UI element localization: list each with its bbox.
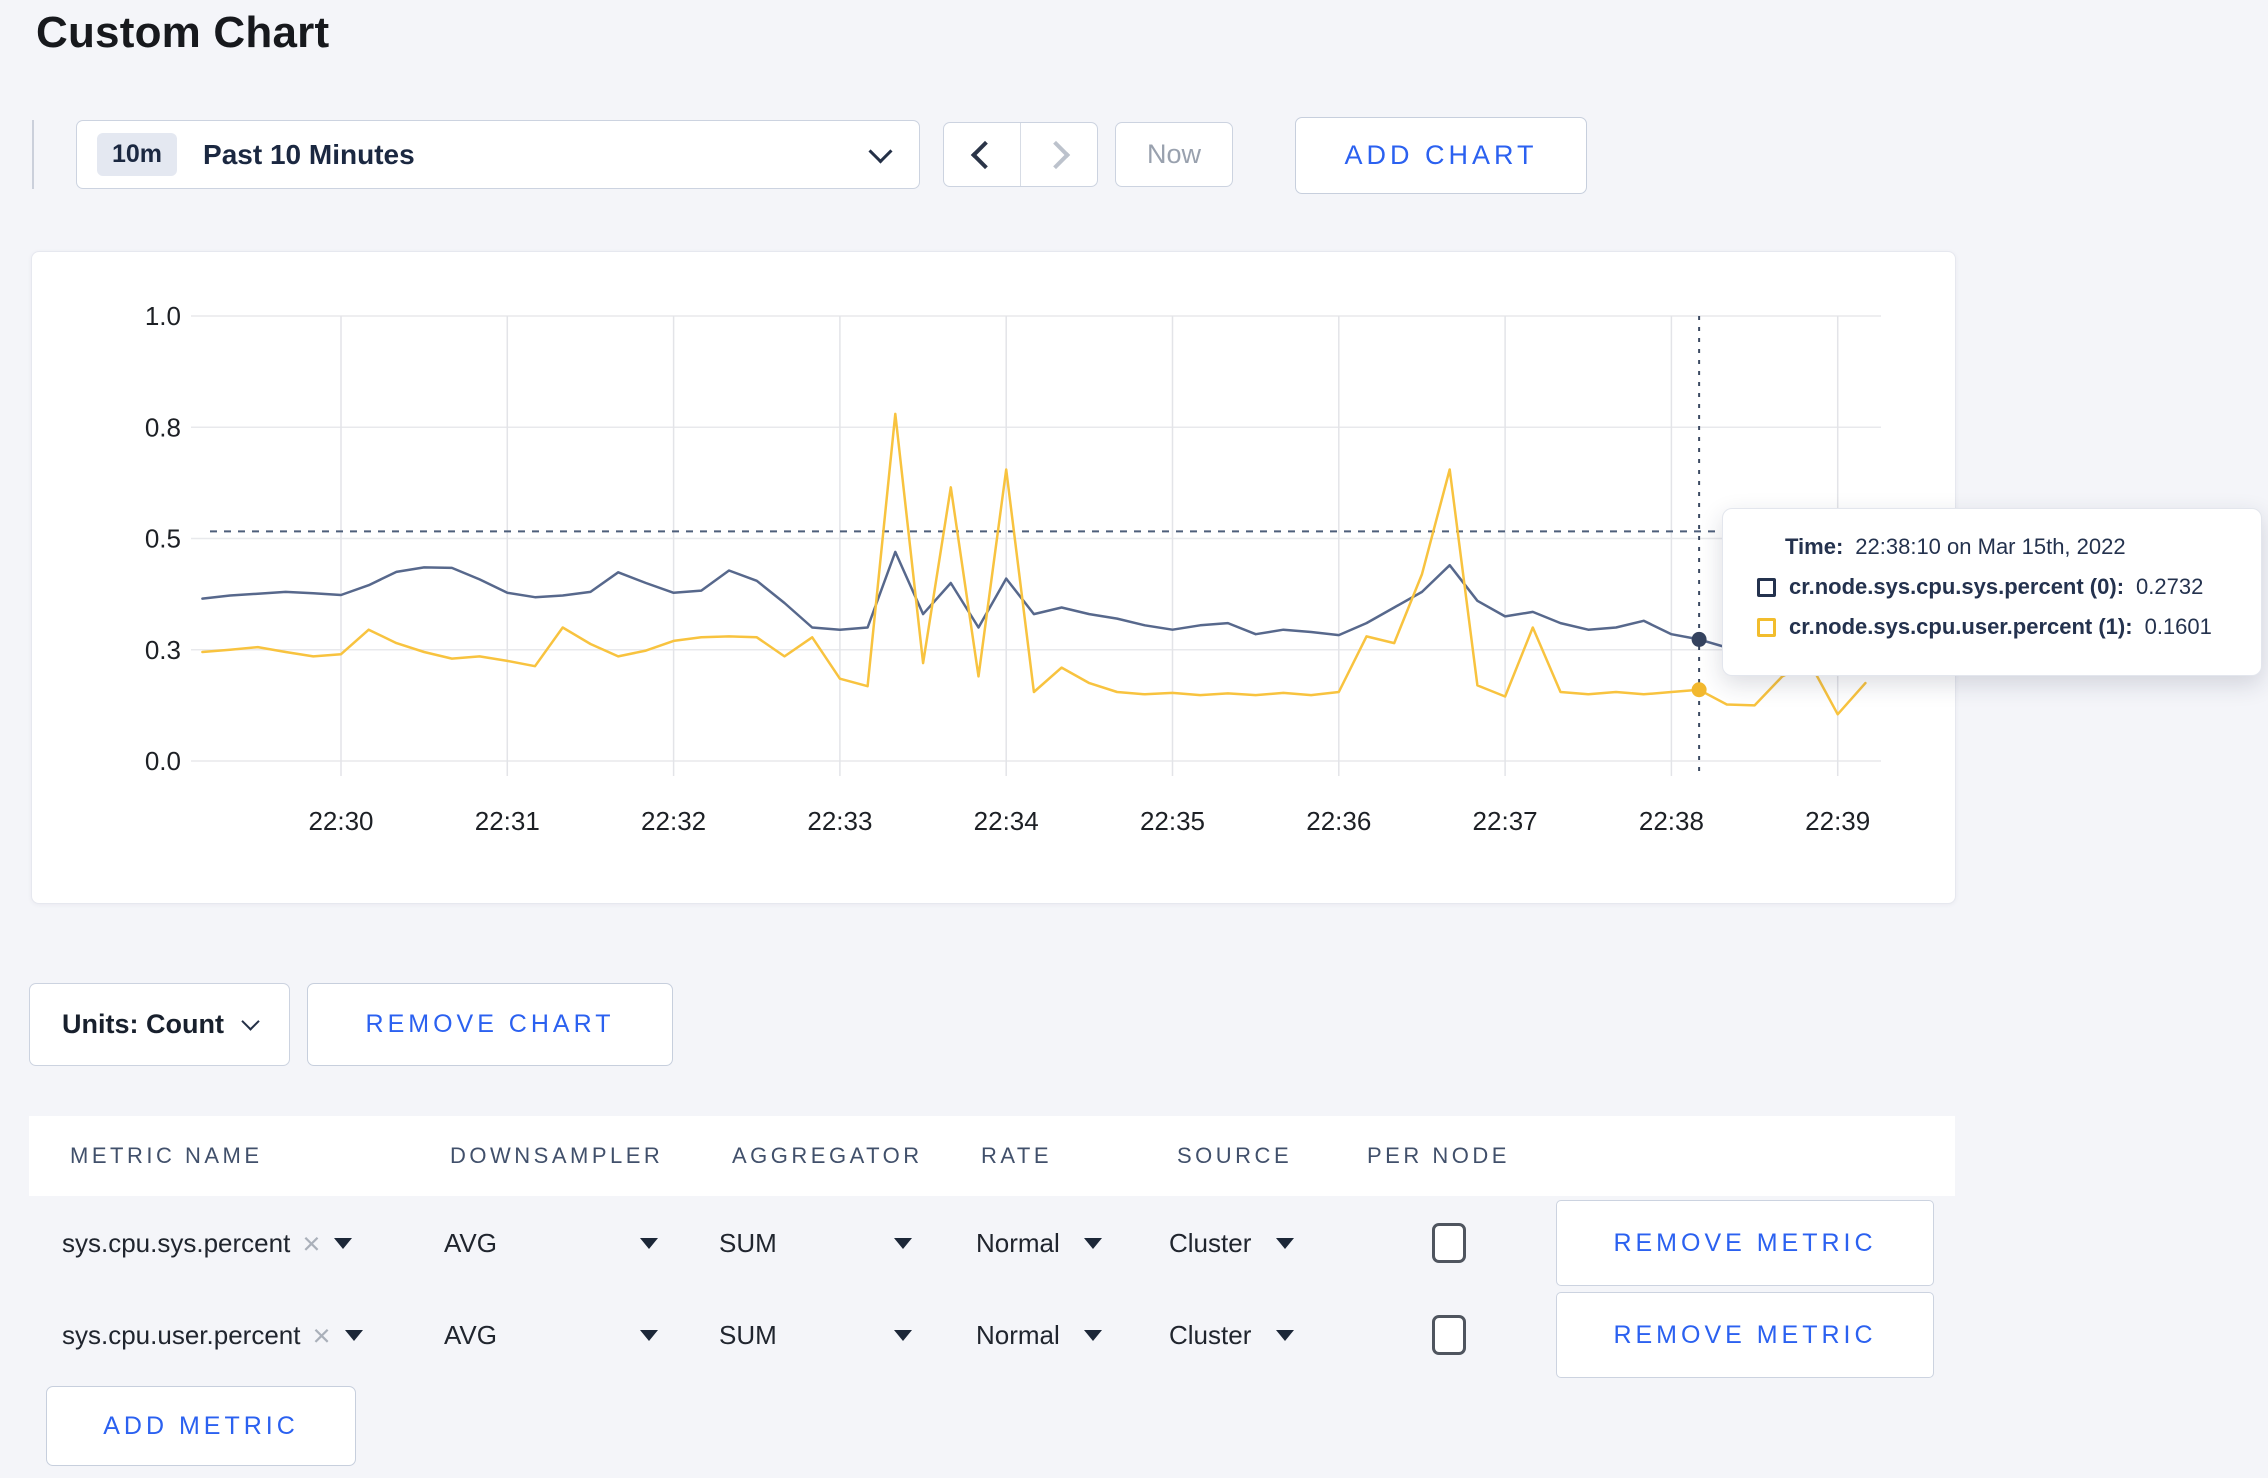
dropdown-arrow-icon (1276, 1237, 1294, 1249)
tooltip-series-label: cr.node.sys.cpu.user.percent (1): (1789, 614, 2133, 639)
tooltip-series-label: cr.node.sys.cpu.sys.percent (0): (1789, 574, 2125, 599)
tooltip-time-value: 22:38:10 on Mar 15th, 2022 (1855, 534, 2126, 559)
y-axis-label: 0.3 (145, 635, 181, 665)
x-axis-label: 22:39 (1805, 806, 1870, 836)
chevron-down-icon (868, 138, 893, 164)
dropdown-arrow-icon (1084, 1237, 1102, 1249)
clear-icon[interactable]: × (302, 1228, 320, 1259)
metric-name-select[interactable]: sys.cpu.user.percent × (62, 1310, 374, 1360)
series-line-1 (201, 412, 1867, 716)
x-axis-label: 22:30 (308, 806, 373, 836)
chevron-down-icon (241, 1011, 260, 1031)
x-axis-label: 22:36 (1306, 806, 1371, 836)
units-label: Units: Count (62, 1009, 224, 1039)
units-select[interactable]: Units: Count (29, 983, 290, 1066)
time-range-select[interactable]: 10m Past 10 Minutes (76, 120, 920, 189)
metric-name-value: sys.cpu.user.percent (62, 1319, 301, 1350)
aggregator-value: SUM (719, 1319, 777, 1350)
prev-time-button[interactable] (944, 123, 1020, 186)
column-header-rate: RATE (981, 1143, 1053, 1168)
next-time-button[interactable] (1020, 123, 1097, 186)
tooltip-time-row: Time: 22:38:10 on Mar 15th, 2022 (1785, 534, 2251, 560)
time-range-badge: 10m (97, 133, 178, 176)
toolbar-divider (32, 120, 34, 189)
time-nav-group (943, 122, 1098, 187)
aggregator-value: SUM (719, 1227, 777, 1258)
column-header-source: SOURCE (1177, 1143, 1293, 1168)
hover-dot-1 (1691, 682, 1707, 698)
dropdown-arrow-icon (894, 1329, 912, 1341)
source-value: Cluster (1169, 1227, 1252, 1258)
metrics-table-header: METRIC NAME DOWNSAMPLER AGGREGATOR RATE … (29, 1116, 1955, 1196)
x-axis-label: 22:35 (1140, 806, 1205, 836)
rate-select[interactable]: Normal (976, 1218, 1102, 1268)
add-metric-button[interactable]: ADD METRIC (46, 1386, 356, 1466)
per-node-checkbox[interactable] (1432, 1315, 1466, 1355)
dropdown-arrow-icon (334, 1237, 353, 1249)
tooltip-time-label: Time: (1785, 534, 1844, 559)
column-header-aggregator: AGGREGATOR (732, 1143, 923, 1168)
rate-value: Normal (976, 1319, 1060, 1350)
x-axis-label: 22:32 (641, 806, 706, 836)
aggregator-select[interactable]: SUM (719, 1310, 912, 1360)
tooltip-series-row: cr.node.sys.cpu.user.percent (1): 0.1601 (1757, 614, 2251, 640)
chevron-right-icon (1041, 140, 1071, 169)
cpu-percent-chart[interactable]: 0.0 0.3 0.5 0.8 1.0 22:30 22:31 22:32 22:33 22:34… (32, 252, 1957, 905)
series-line-0 (201, 550, 1867, 649)
remove-chart-button[interactable]: REMOVE CHART (307, 983, 673, 1066)
rate-select[interactable]: Normal (976, 1310, 1102, 1360)
dropdown-arrow-icon (1276, 1329, 1294, 1341)
source-select[interactable]: Cluster (1169, 1218, 1294, 1268)
source-value: Cluster (1169, 1319, 1252, 1350)
dropdown-arrow-icon (1084, 1329, 1102, 1341)
time-range-label: Past 10 Minutes (203, 138, 415, 170)
dropdown-arrow-icon (344, 1329, 363, 1341)
dropdown-arrow-icon (640, 1329, 658, 1341)
dropdown-arrow-icon (894, 1237, 912, 1249)
y-axis-label: 0.5 (145, 524, 181, 554)
downsampler-select[interactable]: AVG (444, 1310, 658, 1360)
source-select[interactable]: Cluster (1169, 1310, 1294, 1360)
x-axis-label: 22:31 (475, 806, 540, 836)
tooltip-series-row: cr.node.sys.cpu.sys.percent (0): 0.2732 (1757, 574, 2251, 600)
now-button[interactable]: Now (1115, 122, 1233, 187)
column-header-metric-name: METRIC NAME (70, 1143, 263, 1168)
rate-value: Normal (976, 1227, 1060, 1258)
downsampler-select[interactable]: AVG (444, 1218, 658, 1268)
downsampler-value: AVG (444, 1319, 497, 1350)
remove-metric-button[interactable]: REMOVE METRIC (1556, 1200, 1934, 1286)
downsampler-value: AVG (444, 1227, 497, 1258)
add-chart-button[interactable]: ADD CHART (1295, 117, 1587, 194)
column-header-per-node: PER NODE (1367, 1143, 1510, 1168)
aggregator-select[interactable]: SUM (719, 1218, 912, 1268)
per-node-checkbox[interactable] (1432, 1223, 1466, 1263)
x-axis-label: 22:34 (974, 806, 1039, 836)
remove-metric-button[interactable]: REMOVE METRIC (1556, 1292, 1934, 1378)
tooltip-series-value: 0.2732 (2136, 574, 2204, 599)
series-swatch-icon (1757, 577, 1776, 597)
chart-tooltip: Time: 22:38:10 on Mar 15th, 2022 cr.node… (1722, 508, 2262, 676)
hover-dot-0 (1691, 631, 1707, 647)
dropdown-arrow-icon (640, 1237, 658, 1249)
metric-name-select[interactable]: sys.cpu.sys.percent × (62, 1218, 374, 1268)
x-axis-label: 22:37 (1473, 806, 1538, 836)
series-swatch-icon (1757, 617, 1776, 637)
column-header-downsampler: DOWNSAMPLER (450, 1143, 664, 1168)
y-axis-label: 0.8 (145, 412, 181, 442)
chevron-left-icon (970, 140, 1000, 169)
clear-icon[interactable]: × (312, 1320, 330, 1351)
chart-card: 0.0 0.3 0.5 0.8 1.0 22:30 22:31 22:32 22:33 22:34… (31, 251, 1956, 904)
custom-chart-page: Custom Chart 10m Past 10 Minutes Now ADD… (0, 0, 2268, 1478)
y-axis-label: 0.0 (145, 746, 181, 776)
y-axis-label: 1.0 (145, 301, 181, 331)
page-title: Custom Chart (36, 8, 330, 57)
x-axis-label: 22:33 (807, 806, 872, 836)
tooltip-series-value: 0.1601 (2144, 614, 2212, 639)
metric-name-value: sys.cpu.sys.percent (62, 1227, 291, 1258)
x-axis-label: 22:38 (1639, 806, 1704, 836)
